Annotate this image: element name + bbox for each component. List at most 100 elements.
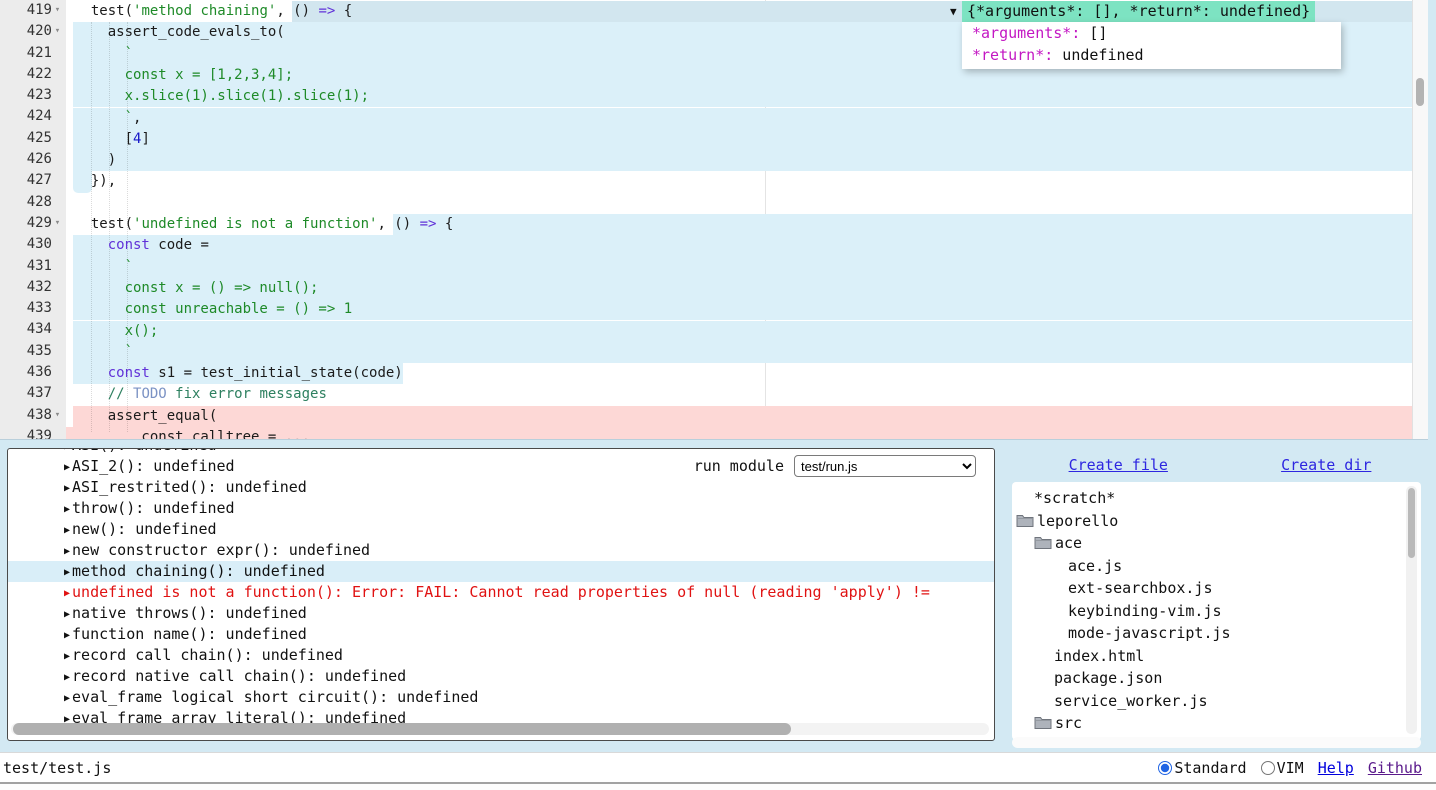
test-result-row[interactable]: ▶undefined is not a function(): Error: F… [8,582,994,603]
expand-triangle-icon[interactable]: ▶ [64,630,70,641]
vim-radio[interactable] [1261,761,1275,775]
test-result-row[interactable]: ▶ASI_restrited(): undefined [8,477,994,498]
test-result-row[interactable]: ▶new constructor expr(): undefined [8,540,994,561]
code-line[interactable]: assert_code_evals_to( [74,22,285,43]
collapse-triangle-icon[interactable]: ▼ [950,1,957,22]
code-line[interactable]: const unreachable = () => 1 [74,299,352,320]
expand-triangle-icon[interactable]: ▶ [64,525,70,536]
results-horizontal-scrollbar[interactable] [11,723,989,735]
standard-radio[interactable] [1158,761,1172,775]
test-result-row[interactable]: ▶throw(): undefined [8,498,994,519]
editor-vertical-scrollbar[interactable] [1412,0,1428,439]
keybinding-vim-option[interactable]: VIM [1261,759,1304,777]
code-line[interactable]: `, [74,108,141,129]
code-line[interactable]: const s1 = test_initial_state(code) [74,363,403,384]
line-highlight [73,235,1412,256]
object-entry[interactable]: *return*: undefined [962,45,1341,66]
file-tree-item[interactable]: index.html [1012,645,1407,668]
fold-toggle-icon[interactable]: ▾ [52,0,63,21]
object-summary-header[interactable]: {*arguments*: [], *return*: undefined} [962,1,1315,22]
code-line[interactable]: }), [74,171,116,192]
expand-triangle-icon[interactable]: ▶ [64,609,70,620]
code-line[interactable]: const code = [74,235,209,256]
expand-triangle-icon[interactable]: ▶ [64,483,70,494]
tree-vertical-scrollbar[interactable] [1406,486,1417,734]
code-line[interactable]: // TODO fix error messages [74,384,327,405]
run-module-select[interactable]: test/run.js [794,455,976,477]
line-highlight [73,406,1412,427]
scrollbar-thumb[interactable] [1408,488,1415,558]
create-file-link[interactable]: Create file [1069,456,1168,474]
expand-triangle-icon[interactable]: ▶ [64,546,70,557]
line-highlight [73,150,1412,171]
code-line[interactable]: const x = () => null(); [74,278,318,299]
line-number: 431 [27,256,52,277]
expand-triangle-icon[interactable]: ▶ [64,693,70,704]
scrollbar-thumb[interactable] [13,723,791,735]
line-number: 428 [27,192,52,213]
code-line[interactable]: test('method chaining', () => { [74,1,352,22]
dir-tree-item[interactable]: ace [1012,532,1407,555]
expand-triangle-icon[interactable]: ▶ [64,651,70,662]
test-result-row[interactable]: ▶eval_frame logical short circuit(): und… [8,687,994,708]
line-number: 424 [27,106,52,127]
code-line[interactable]: x.slice(1).slice(1).slice(1); [74,86,369,107]
test-result-row[interactable]: ▶function name(): undefined [8,624,994,645]
expand-triangle-icon[interactable]: ▶ [64,588,70,599]
object-entries: *arguments*: []*return*: undefined [962,22,1341,69]
line-highlight [73,257,1412,278]
line-number: 436 [27,362,52,383]
line-highlight [73,108,1412,129]
line-highlight [393,214,1412,235]
code-line[interactable]: ` [74,44,133,65]
line-number: 432 [27,277,52,298]
line-number: 426 [27,149,52,170]
line-number: 425 [27,128,52,149]
expand-triangle-icon[interactable]: ▶ [64,504,70,515]
line-number: 439 [27,426,52,440]
test-result-row[interactable]: ▶record native call chain(): undefined [8,666,994,687]
code-line[interactable]: assert_equal( [74,406,217,427]
file-tree-item[interactable]: *scratch* [1012,487,1407,510]
tree-horizontal-scrollbar[interactable] [1012,737,1421,748]
fold-toggle-icon[interactable]: ▾ [52,405,63,426]
code-editor[interactable]: test('method chaining', () => { assert_c… [0,0,1428,440]
github-link[interactable]: Github [1368,759,1422,777]
line-number: 433 [27,298,52,319]
create-dir-link[interactable]: Create dir [1281,456,1371,474]
scrollbar-thumb[interactable] [1416,78,1424,106]
fold-toggle-icon[interactable]: ▾ [52,21,63,42]
code-line[interactable]: [4] [74,129,150,150]
dir-tree-item[interactable]: leporello [1012,510,1407,533]
dir-tree-item[interactable]: src [1012,712,1407,735]
object-entry[interactable]: *arguments*: [] [962,23,1341,44]
expand-triangle-icon[interactable]: ▶ [64,567,70,578]
folder-icon [1034,716,1052,730]
file-tree-item[interactable]: package.json [1012,667,1407,690]
help-link[interactable]: Help [1318,759,1354,777]
code-line[interactable]: const x = [1,2,3,4]; [74,65,293,86]
expand-triangle-icon[interactable]: ▶ [64,462,70,473]
file-tree-item[interactable]: ext-searchbox.js [1012,577,1407,600]
code-line[interactable]: test('undefined is not a function', () =… [74,214,453,235]
keybinding-standard-option[interactable]: Standard [1158,759,1246,777]
code-line[interactable]: ` [74,342,133,363]
code-line[interactable]: ) [74,150,116,171]
run-module-label: run module [694,457,784,475]
test-result-row[interactable]: ▶method chaining(): undefined [8,561,994,582]
test-result-row[interactable]: ▶new(): undefined [8,519,994,540]
file-tree-item[interactable]: service_worker.js [1012,690,1407,713]
file-tree-item[interactable]: keybinding-vim.js [1012,600,1407,623]
code-line[interactable]: ` [74,257,133,278]
fold-toggle-icon[interactable]: ▾ [52,213,63,234]
expand-triangle-icon[interactable]: ▶ [64,448,70,452]
test-result-row[interactable]: ▶native throws(): undefined [8,603,994,624]
code-line[interactable]: x(); [74,321,158,342]
test-result-row[interactable]: ▶record call chain(): undefined [8,645,994,666]
files-panel-header: Create file Create dir [1012,452,1428,478]
expand-triangle-icon[interactable]: ▶ [64,672,70,683]
current-file-path: test/test.js [0,759,111,777]
file-tree-item[interactable]: ace.js [1012,555,1407,578]
file-tree-item[interactable]: mode-javascript.js [1012,622,1407,645]
code-line[interactable]: const calltree = ... [74,427,310,440]
